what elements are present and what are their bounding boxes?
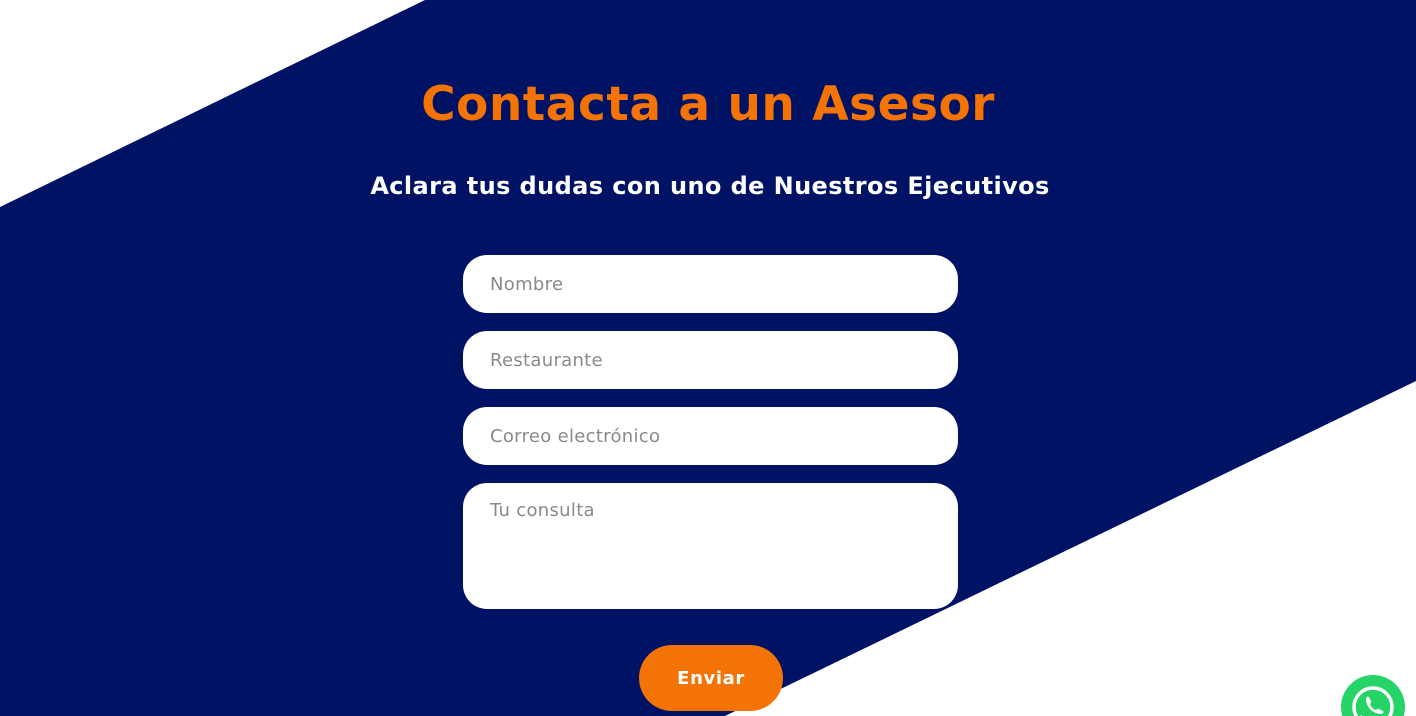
whatsapp-icon — [1341, 675, 1405, 716]
page-title: Contacta a un Asesor — [421, 77, 995, 132]
name-field[interactable] — [463, 255, 958, 313]
whatsapp-button[interactable] — [1341, 675, 1405, 716]
message-field[interactable] — [463, 483, 958, 609]
submit-button[interactable]: Enviar — [639, 645, 783, 711]
email-field[interactable] — [463, 407, 958, 465]
contact-page: Contacta a un Asesor Aclara tus dudas co… — [0, 0, 1416, 716]
page-subtitle: Aclara tus dudas con uno de Nuestros Eje… — [370, 172, 1050, 200]
restaurant-field[interactable] — [463, 331, 958, 389]
